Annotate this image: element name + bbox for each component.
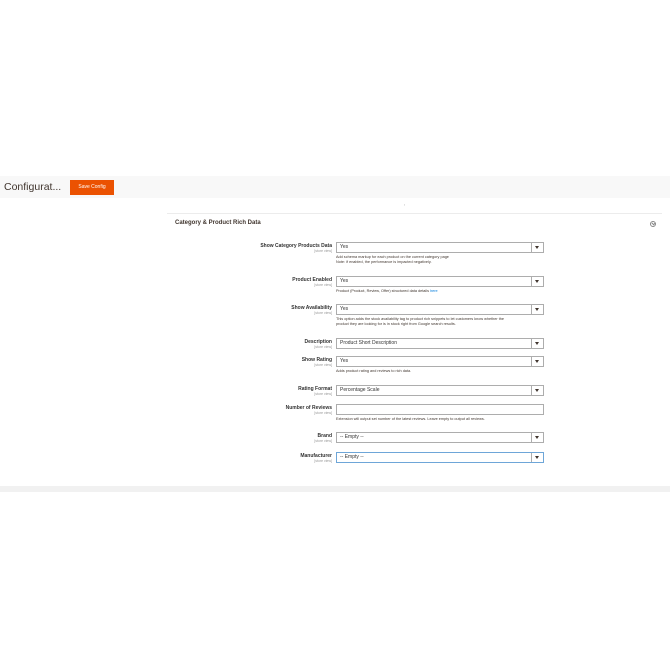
chevron-down-icon [531, 305, 543, 314]
scope-strip: , [0, 198, 670, 210]
separator-mark: , [404, 201, 406, 207]
rating-format-select[interactable]: Percentage Scale [336, 385, 544, 396]
chevron-down-icon [531, 277, 543, 286]
brand-select[interactable]: -- Empty -- [336, 432, 544, 443]
config-content: Category & Product Rich Data Show Catego… [0, 210, 670, 488]
save-config-button[interactable]: Save Config [70, 180, 114, 195]
field-scope: [store view] [314, 439, 332, 443]
select-value: -- Empty -- [340, 434, 364, 440]
collapse-icon[interactable] [650, 221, 656, 227]
note-line: Adds product rating and reviews to rich … [336, 369, 412, 373]
show-rating-select[interactable]: Yes [336, 356, 544, 367]
select-value: -- Empty -- [340, 454, 364, 460]
description-select[interactable]: Product Short Description [336, 338, 544, 349]
chevron-down-icon [531, 357, 543, 366]
product-enabled-select[interactable]: Yes [336, 276, 544, 287]
field-note: Adds product rating and reviews to rich … [336, 369, 411, 374]
manufacturer-select[interactable]: -- Empty -- [336, 452, 544, 463]
field-scope: [store view] [314, 249, 332, 253]
chevron-down-icon [531, 433, 543, 442]
select-value: Yes [340, 306, 349, 312]
number-of-reviews-input[interactable] [336, 404, 544, 415]
field-scope: [store view] [314, 411, 332, 415]
field-scope: [store view] [314, 283, 332, 287]
note-line: product they are looking for is in stock… [336, 322, 456, 326]
field-scope: [store view] [314, 392, 332, 396]
section-title[interactable]: Category & Product Rich Data [175, 220, 261, 226]
field-note: Product (Product, Review, Offer) structu… [336, 289, 438, 294]
field-scope: [store view] [314, 363, 332, 367]
field-note: Add schema markup for each product on th… [336, 255, 449, 265]
field-note: Extension will output set number of the … [336, 417, 485, 422]
select-value: Yes [340, 278, 349, 284]
chevron-down-icon [531, 339, 543, 348]
footer-bar [0, 486, 670, 492]
details-link[interactable]: here [430, 289, 438, 293]
section-divider [167, 213, 662, 214]
page-title: Configurat... [4, 181, 62, 193]
field-scope: [store view] [314, 311, 332, 315]
show-availability-select[interactable]: Yes [336, 304, 544, 315]
select-value: Yes [340, 244, 349, 250]
note-line: Note: if enabled, the performance is imp… [336, 260, 432, 264]
show-category-products-data-select[interactable]: Yes [336, 242, 544, 253]
select-value: Yes [340, 358, 349, 364]
note-line: Extension will output set number of the … [336, 417, 485, 421]
select-value: Percentage Scale [340, 387, 380, 393]
field-note: This option adds the stock availability … [336, 317, 504, 327]
page-header: Configurat... Save Config [0, 176, 670, 198]
chevron-down-icon [531, 386, 543, 395]
field-scope: [store view] [314, 345, 332, 349]
note-text: Product (Product, Review, Offer) structu… [336, 289, 431, 293]
select-value: Product Short Description [340, 340, 397, 346]
chevron-down-icon [531, 453, 543, 462]
chevron-down-icon [531, 243, 543, 252]
field-scope: [store view] [314, 459, 332, 463]
